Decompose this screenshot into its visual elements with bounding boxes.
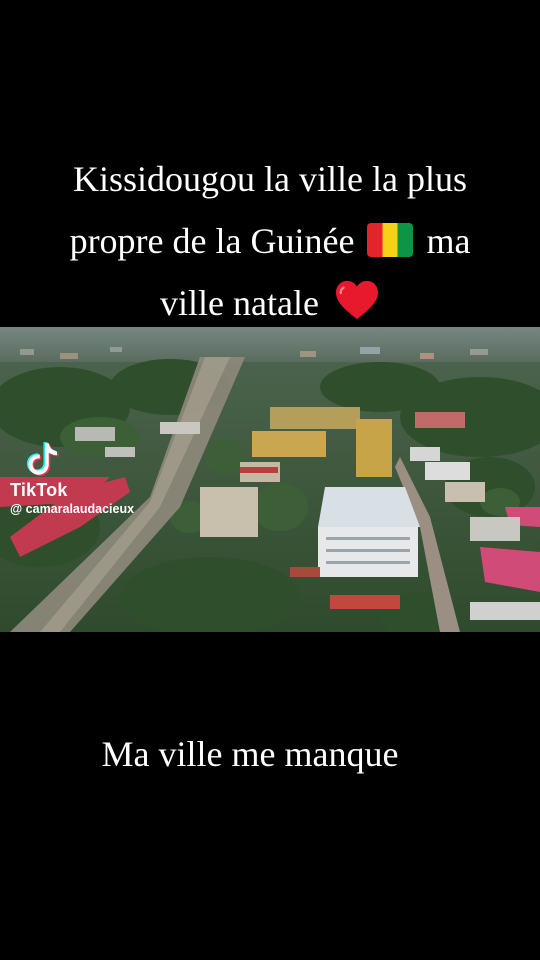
tiktok-logo-icon — [27, 442, 59, 476]
tiktok-watermark: TikTok @ camaralaudacieux — [10, 440, 134, 516]
creator-username: @ camaralaudacieux — [10, 502, 135, 516]
caption-line-3-text: ville natale — [160, 283, 319, 323]
video-subtitle: Ma ville me manque — [101, 734, 399, 774]
caption-line-1: Kissidougou la ville la plus — [73, 159, 467, 199]
red-heart-icon — [335, 280, 378, 320]
caption-line-3: ville natale — [0, 272, 540, 334]
video-caption-top: Kissidougou la ville la plus propre de l… — [0, 148, 540, 334]
caption-line-2-text: propre de la Guinée — [69, 221, 355, 261]
tiktok-brand-label: TikTok — [10, 480, 68, 500]
caption-line-2: propre de la Guinée ma — [0, 210, 540, 272]
caption-line-2-after: ma — [426, 221, 471, 261]
guinea-flag-icon — [367, 223, 414, 257]
